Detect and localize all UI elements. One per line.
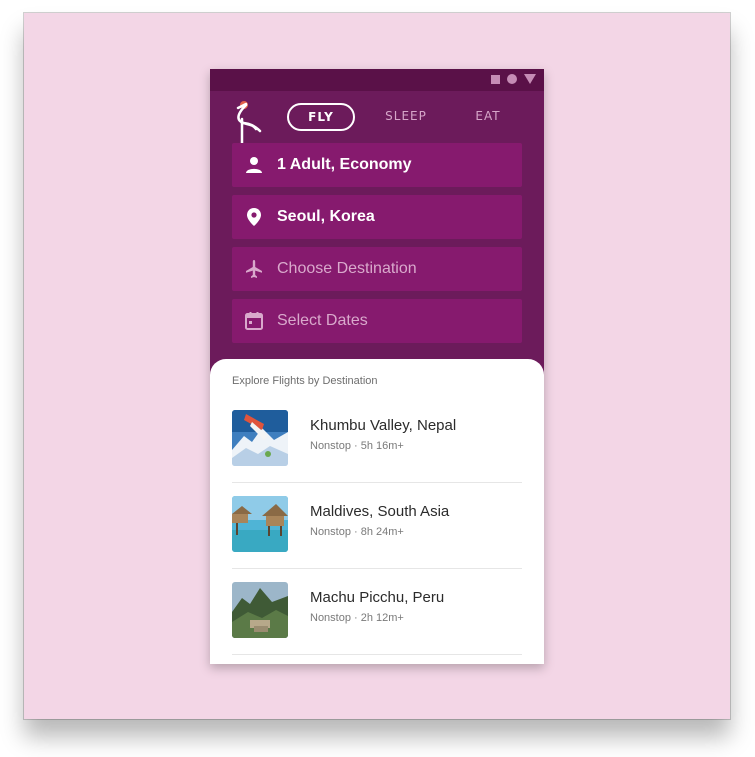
- destination-name: Machu Picchu, Peru: [310, 589, 445, 606]
- origin-field[interactable]: Seoul, Korea: [232, 195, 522, 239]
- destination-name: Khumbu Valley, Nepal: [310, 417, 457, 434]
- destination-placeholder: Choose Destination: [277, 260, 417, 277]
- flight-details: Nonstop · 5h 16m+: [310, 440, 404, 452]
- nepal-thumbnail: [232, 410, 288, 466]
- destination-field[interactable]: Choose Destination: [232, 247, 522, 291]
- passengers-field[interactable]: 1 Adult, Economy: [232, 143, 522, 187]
- triangle-icon: [524, 74, 536, 84]
- crane-logo-icon: [236, 101, 262, 145]
- airplane-icon: [246, 260, 262, 278]
- maldives-thumbnail: [232, 496, 288, 552]
- canvas-background: FLY SLEEP EAT 1 Adult, Economy Seoul, Ko…: [24, 13, 730, 719]
- list-item[interactable]: Maldives, South Asia Nonstop · 8h 24m+: [232, 483, 522, 569]
- tab-eat[interactable]: EAT: [468, 103, 508, 129]
- list-item[interactable]: Machu Picchu, Peru Nonstop · 2h 12m+: [232, 569, 522, 655]
- machu-picchu-thumbnail: [232, 582, 288, 638]
- tab-sleep[interactable]: SLEEP: [378, 103, 434, 129]
- status-icons: [491, 74, 536, 84]
- explore-title: Explore Flights by Destination: [232, 375, 378, 387]
- flight-details: Nonstop · 2h 12m+: [310, 612, 404, 624]
- phone-screen: FLY SLEEP EAT 1 Adult, Economy Seoul, Ko…: [210, 69, 544, 664]
- circle-icon: [507, 74, 517, 84]
- tab-fly[interactable]: FLY: [287, 103, 355, 131]
- passengers-value: 1 Adult, Economy: [277, 156, 412, 173]
- dates-placeholder: Select Dates: [277, 312, 368, 329]
- square-icon: [491, 74, 500, 84]
- status-bar: [210, 69, 544, 91]
- person-icon: [246, 157, 262, 173]
- flight-details: Nonstop · 8h 24m+: [310, 526, 404, 538]
- calendar-icon: [245, 312, 263, 330]
- top-navigation: FLY SLEEP EAT: [210, 91, 544, 145]
- explore-sheet: Explore Flights by Destination Khumbu Va…: [210, 359, 544, 664]
- location-pin-icon: [247, 208, 261, 226]
- destination-name: Maldives, South Asia: [310, 503, 450, 520]
- dates-field[interactable]: Select Dates: [232, 299, 522, 343]
- list-item[interactable]: Khumbu Valley, Nepal Nonstop · 5h 16m+: [232, 397, 522, 483]
- origin-value: Seoul, Korea: [277, 208, 375, 225]
